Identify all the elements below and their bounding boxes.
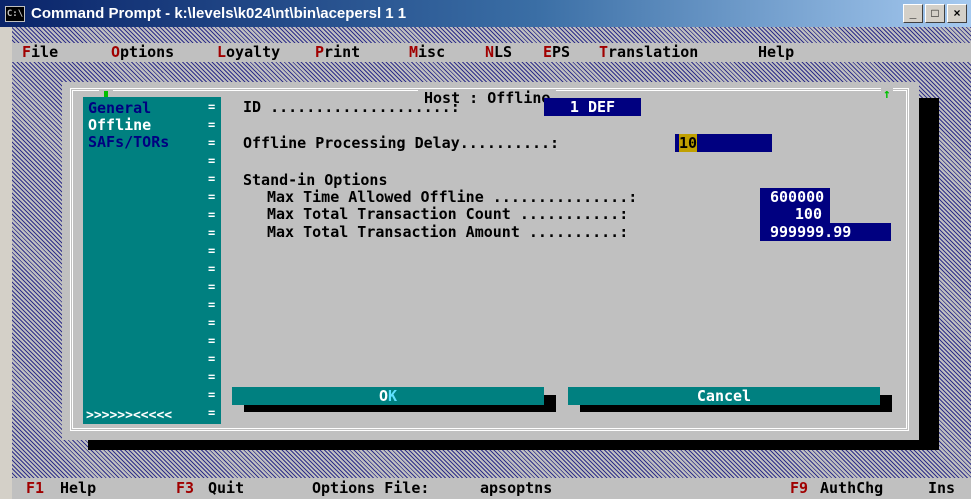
max-amount-label: Max Total Transaction Amount ..........: bbox=[267, 223, 629, 241]
sidebar-item-general[interactable]: General bbox=[88, 100, 151, 116]
f3-label: Quit bbox=[208, 479, 245, 497]
sidebar-item-safs-tors[interactable]: SAFs/TORs bbox=[88, 134, 169, 150]
window-controls: _ □ × bbox=[903, 4, 967, 23]
f3-key[interactable]: F3 bbox=[176, 478, 194, 498]
f9-key[interactable]: F9 bbox=[790, 478, 808, 498]
menu-loyalty[interactable]: Loyalty bbox=[217, 43, 280, 62]
ok-button-shadow-side bbox=[544, 395, 556, 412]
max-time-field[interactable]: 600000 bbox=[760, 188, 830, 206]
id-field[interactable]: 1 DEF bbox=[544, 98, 641, 116]
max-count-label: Max Total Transaction Count ...........: bbox=[267, 205, 629, 223]
sidebar: General Offline SAFs/TORs >>>>>><<<<< bbox=[83, 97, 221, 424]
f9-label: AuthChg bbox=[820, 479, 884, 497]
menu-eps[interactable]: EPS bbox=[543, 43, 570, 62]
window-title: Command Prompt - k:\levels\k024\nt\bin\a… bbox=[31, 5, 407, 22]
id-label: ID ....................: bbox=[243, 98, 469, 116]
dialog-shadow-right bbox=[917, 98, 939, 450]
ok-button[interactable]: OK bbox=[232, 387, 544, 405]
menu-nls[interactable]: NLS bbox=[485, 43, 512, 62]
options-file-label: Options File: bbox=[312, 479, 430, 497]
sidebar-divider: = = = = = = = = = = = = = = = = = = bbox=[208, 100, 216, 420]
offline-delay-label: Offline Processing Delay..........: bbox=[243, 134, 569, 152]
dialog-shadow-bottom bbox=[88, 440, 939, 450]
standin-heading: Stand-in Options bbox=[243, 171, 388, 189]
menu-options[interactable]: Options bbox=[111, 43, 174, 62]
offline-delay-field[interactable]: 10 bbox=[675, 134, 772, 152]
menu-bar: File Options Loyalty Print Misc NLS EPS … bbox=[12, 43, 971, 62]
menu-file[interactable]: File bbox=[22, 43, 58, 62]
menu-print[interactable]: Print bbox=[315, 43, 360, 62]
max-amount-field[interactable]: 999999.99 bbox=[760, 223, 891, 241]
host-offline-dialog: Host : Offline ↑ General Offline SAFs/TO… bbox=[62, 82, 919, 440]
resize-arrow-icon[interactable]: ↑ bbox=[881, 88, 893, 102]
status-bar: F1 Help F3 Quit Options File: apsoptns F… bbox=[12, 478, 971, 499]
close-button[interactable]: × bbox=[947, 4, 967, 23]
window-title-bar[interactable]: C:\ Command Prompt - k:\levels\k024\nt\b… bbox=[0, 0, 971, 27]
menu-help[interactable]: Help bbox=[758, 43, 794, 62]
insert-mode-indicator: Ins bbox=[928, 479, 956, 497]
max-count-field[interactable]: 100 bbox=[760, 205, 830, 223]
sidebar-scroll-indicator[interactable]: >>>>>><<<<< bbox=[86, 408, 172, 424]
minimize-button[interactable]: _ bbox=[903, 4, 923, 23]
max-time-label: Max Time Allowed Offline ...............… bbox=[267, 188, 638, 206]
maximize-button[interactable]: □ bbox=[925, 4, 945, 23]
options-file-value: apsoptns bbox=[480, 479, 553, 497]
f1-label: Help bbox=[60, 479, 97, 497]
menu-translation[interactable]: Translation bbox=[599, 43, 698, 62]
console-icon[interactable]: C:\ bbox=[5, 5, 25, 22]
cancel-button-shadow-side bbox=[880, 395, 892, 412]
f1-key[interactable]: F1 bbox=[26, 478, 44, 498]
cancel-button[interactable]: Cancel bbox=[568, 387, 880, 405]
sidebar-item-offline[interactable]: Offline bbox=[88, 117, 151, 133]
menu-misc[interactable]: Misc bbox=[409, 43, 445, 62]
